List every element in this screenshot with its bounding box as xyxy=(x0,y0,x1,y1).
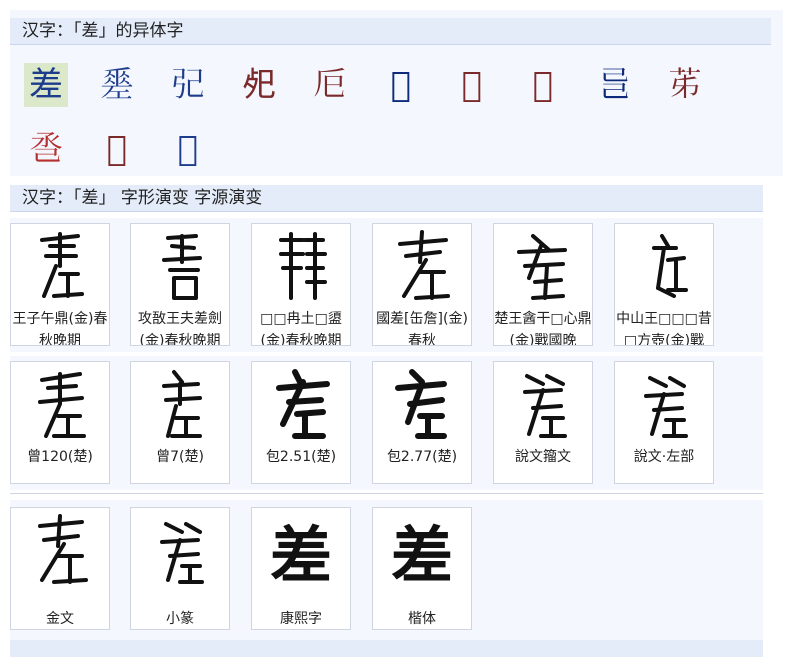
glyph-image xyxy=(11,226,109,306)
glyph-card[interactable]: 王子午鼎(金)春秋晚期 xyxy=(10,223,110,346)
glyph-image xyxy=(131,510,229,590)
glyph-caption: 中山王□□□昔□方壺(金)戰 xyxy=(616,311,712,346)
glyph-caption: 楚王酓干□心鼎(金)戰國晚 xyxy=(494,311,592,346)
glyph-caption: 攻敔王夫差劍(金)春秋晚期 xyxy=(138,311,222,346)
variants-row-1: 差𢀩𢀶𢀸𢀴 𢀳 𡯮 𢀭 𢀵𦬷 xyxy=(24,60,734,110)
variant-glyph-char: 𦬷 xyxy=(668,65,702,105)
glyph-caption: 曾7(楚) xyxy=(156,449,204,465)
evolution-panel: 汉字：「差」 字形演变 字源演变 王子午鼎(金)春秋晚期 攻敔王夫差劍(金)春秋晚… xyxy=(10,185,763,645)
glyph-image: 差 xyxy=(269,519,332,592)
glyph-card[interactable]: 曾7(楚) xyxy=(130,361,230,484)
glyph-card[interactable]: 曾120(楚) xyxy=(10,361,110,484)
variant-glyph-char: 𢀲 xyxy=(106,129,128,169)
glyph-image xyxy=(494,226,592,306)
variant-glyph-char: 𢀷 xyxy=(29,129,63,169)
glyph-caption: 說文·左部 xyxy=(633,449,695,465)
variant-glyph-char: 𢀩 xyxy=(100,65,134,105)
variant-glyph-char: 𢀵 xyxy=(597,65,631,105)
glyph-card[interactable]: 差康熙字 xyxy=(251,507,351,630)
glyph-card[interactable]: 包2.77(楚) xyxy=(372,361,472,484)
glyph-image xyxy=(373,364,471,444)
glyph-caption: 金文 xyxy=(46,611,74,627)
variant-glyph[interactable]: 𡯮 xyxy=(450,60,521,110)
variant-glyph[interactable]: 差 xyxy=(24,60,95,110)
variant-glyph[interactable]: 𢀲 xyxy=(95,124,166,174)
variants-row-2: 𢀷𢀲𢀤 xyxy=(24,124,237,174)
glyph-card[interactable]: 說文·左部 xyxy=(614,361,714,484)
variant-glyph-char: 𢀤 xyxy=(177,129,199,169)
glyph-image xyxy=(494,364,592,444)
variant-glyph[interactable]: 𢀷 xyxy=(24,124,95,174)
glyph-card[interactable]: 小篆 xyxy=(130,507,230,630)
glyph-caption: □□冉土□盨(金)春秋晚期 xyxy=(260,311,342,346)
variant-glyph-char: 𢀳 xyxy=(390,65,412,105)
variant-glyph-char: 𢀭 xyxy=(532,65,554,105)
variant-glyph-char: 𢀸 xyxy=(242,65,276,105)
bottom-bar xyxy=(10,640,763,657)
variant-glyph[interactable]: 𢀩 xyxy=(95,60,166,110)
variant-glyph-char: 𢀴 xyxy=(313,65,347,105)
glyph-image xyxy=(252,364,350,444)
glyph-caption: 王子午鼎(金)春秋晚期 xyxy=(12,311,108,346)
glyph-card[interactable]: □□冉土□盨(金)春秋晚期 xyxy=(251,223,351,346)
glyph-image xyxy=(11,364,109,444)
variant-glyph[interactable]: 𢀳 xyxy=(379,60,450,110)
glyph-card[interactable]: 金文 xyxy=(10,507,110,630)
glyph-image xyxy=(373,226,471,306)
glyph-image xyxy=(615,226,713,306)
variant-glyph-char: 𡯮 xyxy=(461,65,483,105)
glyph-caption: 包2.51(楚) xyxy=(265,449,337,465)
glyph-card[interactable]: 包2.51(楚) xyxy=(251,361,351,484)
glyph-card[interactable]: 國差[缶詹](金)春秋 xyxy=(372,223,472,346)
variant-glyph[interactable]: 𢀴 xyxy=(308,60,379,110)
variant-glyph-char: 差 xyxy=(24,63,68,107)
glyph-card[interactable]: 中山王□□□昔□方壺(金)戰 xyxy=(614,223,714,346)
evolution-header: 汉字：「差」 字形演变 字源演变 xyxy=(10,185,763,212)
glyph-card[interactable]: 楚王酓干□心鼎(金)戰國晚 xyxy=(493,223,593,346)
variant-glyph[interactable]: 𢀵 xyxy=(592,60,663,110)
glyph-image: 差 xyxy=(390,519,453,592)
glyph-card[interactable]: 差楷体 xyxy=(372,507,472,630)
glyph-card[interactable]: 說文籀文 xyxy=(493,361,593,484)
variant-glyph-char: 𢀶 xyxy=(171,65,205,105)
glyph-image xyxy=(252,226,350,306)
glyph-image xyxy=(131,364,229,444)
variant-glyph[interactable]: 𢀤 xyxy=(166,124,237,174)
glyph-caption: 康熙字 xyxy=(280,611,322,627)
variant-glyph[interactable]: 𢀸 xyxy=(237,60,308,110)
glyph-caption: 小篆 xyxy=(166,611,194,627)
variant-glyph[interactable]: 𦬷 xyxy=(663,60,734,110)
glyph-caption: 楷体 xyxy=(408,611,436,627)
glyph-caption: 包2.77(楚) xyxy=(386,449,458,465)
row-divider xyxy=(10,493,763,494)
glyph-card[interactable]: 攻敔王夫差劍(金)春秋晚期 xyxy=(130,223,230,346)
glyph-caption: 國差[缶詹](金)春秋 xyxy=(376,311,468,346)
glyph-image xyxy=(615,364,713,444)
glyph-image xyxy=(131,226,229,306)
glyph-caption: 說文籀文 xyxy=(515,449,571,465)
variant-glyph[interactable]: 𢀶 xyxy=(166,60,237,110)
variants-header: 汉字：「差」的异体字 xyxy=(10,18,771,45)
glyph-caption: 曾120(楚) xyxy=(27,449,93,465)
variant-glyph[interactable]: 𢀭 xyxy=(521,60,592,110)
glyph-image xyxy=(11,510,109,590)
variants-panel: 汉字：「差」的异体字 差𢀩𢀶𢀸𢀴 𢀳 𡯮 𢀭 𢀵𦬷 𢀷 𢀲 𢀤 xyxy=(10,10,783,176)
